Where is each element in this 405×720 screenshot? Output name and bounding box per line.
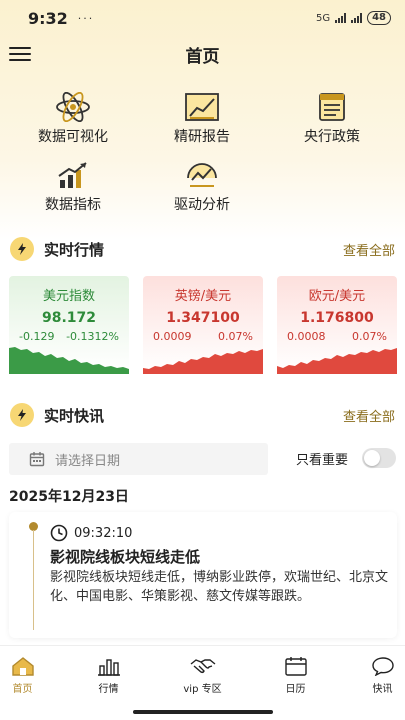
lightning-icon [10, 403, 34, 427]
tab-label: vip 专区 [183, 684, 222, 695]
market-card-change-row: 0.0009 0.07% [143, 330, 263, 343]
tab-flash[interactable]: 快讯 [342, 656, 405, 695]
lightning-icon [10, 237, 34, 261]
market-card-change-row: 0.0008 0.07% [277, 330, 397, 343]
shortcut-label: 精研报告 [174, 129, 230, 145]
status-bar: 9:32 ··· 5G 48 [0, 0, 405, 36]
shortcut-data-visualization[interactable]: 数据可视化 [13, 92, 133, 146]
tab-calendar[interactable]: 日历 [255, 656, 336, 695]
bar-chart-up-icon [58, 162, 87, 188]
shortcut-data-indicators[interactable]: 数据指标 [13, 160, 133, 214]
calendar-icon [284, 657, 307, 676]
calendar-icon [29, 452, 45, 467]
handshake-icon [190, 659, 215, 674]
tab-label: 快讯 [372, 684, 393, 695]
flash-section-header: 实时快讯 查看全部 [0, 402, 405, 428]
shortcut-driver-analysis[interactable]: 驱动分析 [142, 160, 262, 214]
market-card-change-row: -0.129 -0.1312% [9, 330, 129, 343]
news-time: 09:32:10 [74, 525, 133, 541]
shortcut-central-bank-policy[interactable]: 央行政策 [272, 92, 392, 146]
tab-market[interactable]: 行情 [68, 656, 149, 695]
tab-label: 行情 [98, 684, 119, 695]
menu-icon[interactable] [9, 45, 31, 63]
atom-icon [56, 92, 90, 122]
market-card-change: 0.0009 [153, 330, 192, 343]
market-bars-icon [97, 659, 120, 676]
flash-view-all-link[interactable]: 查看全部 [343, 406, 395, 425]
tab-vip[interactable]: vip 专区 [162, 656, 243, 695]
shortcut-label: 央行政策 [304, 129, 360, 145]
sparkline-gbp-usd [143, 349, 263, 374]
market-card-change-pct: 0.07% [352, 330, 387, 343]
network-label: 5G [315, 12, 331, 24]
tab-home[interactable]: 首页 [0, 656, 63, 695]
toggle-knob [364, 450, 380, 466]
shortcut-label: 数据可视化 [38, 129, 108, 145]
market-card-gbp-usd[interactable]: 英镑/美元 1.347100 0.0009 0.07% [143, 276, 263, 388]
bottom-tab-bar: 首页 行情 vip 专区 日历 快讯 [0, 645, 405, 720]
market-view-all-link[interactable]: 查看全部 [343, 240, 395, 259]
news-item[interactable]: 09:32:10 影视院线板块短线走低 影视院线板块短线走低，博纳影业跌停，欢瑞… [9, 512, 397, 638]
signal-icon-2 [351, 13, 363, 23]
news-title: 影视院线板块短线走低 [50, 548, 201, 566]
important-only-toggle[interactable] [362, 448, 396, 468]
status-notification-icons: ··· [77, 11, 95, 25]
policy-doc-icon [319, 93, 345, 121]
tab-label: 日历 [285, 684, 306, 695]
market-card-name: 英镑/美元 [174, 289, 232, 304]
market-card-change-pct: -0.1312% [66, 330, 119, 343]
report-chart-icon [185, 93, 219, 121]
home-icon [11, 657, 34, 676]
analysis-gauge-icon [187, 163, 217, 187]
market-card-change-pct: 0.07% [218, 330, 253, 343]
market-card-eur-usd[interactable]: 欧元/美元 1.176800 0.0008 0.07% [277, 276, 397, 388]
market-card-name: 欧元/美元 [308, 289, 366, 304]
shortcut-research-report[interactable]: 精研报告 [142, 92, 262, 146]
market-card-name: 美元指数 [42, 289, 95, 304]
important-only-label: 只看重要 [296, 453, 349, 468]
chat-bubble-icon [371, 657, 394, 676]
sparkline-usd-index [9, 347, 129, 374]
page-title: 首页 [185, 46, 220, 67]
status-right-group: 5G 48 [316, 11, 391, 25]
timeline-line [33, 530, 34, 630]
market-card-change: -0.129 [19, 330, 55, 343]
shortcut-label: 数据指标 [45, 197, 101, 213]
home-indicator [133, 710, 273, 714]
nav-bar: 首页 [0, 36, 405, 72]
market-card-price: 1.347100 [166, 310, 240, 326]
clock-icon [50, 524, 68, 542]
market-card-usd-index[interactable]: 美元指数 98.172 -0.129 -0.1312% [9, 276, 129, 388]
market-section-title: 实时行情 [44, 240, 105, 259]
news-body: 影视院线板块短线走低，博纳影业跌停，欢瑞世纪、北京文化、中国电影、华策影视、慈文… [50, 570, 389, 604]
signal-icon [335, 13, 347, 23]
date-picker-placeholder: 请选择日期 [55, 453, 121, 469]
market-cards: 美元指数 98.172 -0.129 -0.1312% 英镑/美元 1.3471… [9, 276, 397, 388]
sparkline-eur-usd [277, 348, 397, 374]
market-card-price: 98.172 [41, 310, 97, 326]
news-time-row: 09:32:10 [50, 524, 132, 542]
status-time: 9:32 [28, 8, 68, 28]
shortcut-label: 驱动分析 [174, 197, 230, 213]
market-card-price: 1.176800 [300, 310, 374, 326]
tab-label: 首页 [12, 684, 33, 695]
battery-icon: 48 [367, 11, 391, 25]
news-date-heading: 2025年12月23日 [9, 489, 129, 505]
market-card-change: 0.0008 [287, 330, 326, 343]
flash-section-title: 实时快讯 [44, 406, 105, 425]
date-picker-field[interactable]: 请选择日期 [9, 443, 268, 475]
market-section-header: 实时行情 查看全部 [0, 236, 405, 262]
